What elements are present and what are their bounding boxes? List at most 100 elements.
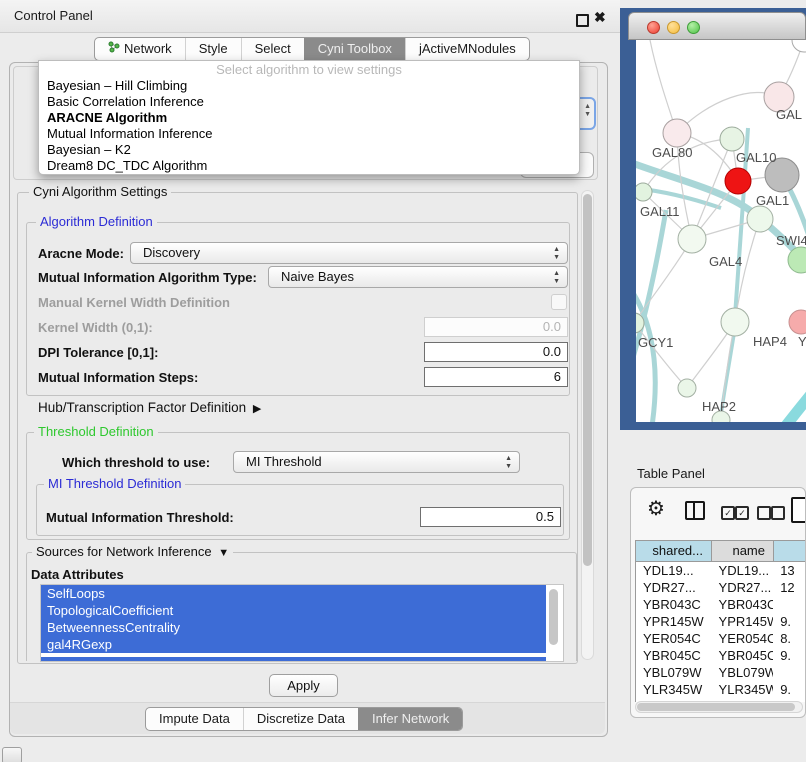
- node-gal1[interactable]: [747, 206, 773, 232]
- table-cell: YPR145W: [712, 613, 774, 630]
- stepper-arrows-icon: ▲▼: [553, 246, 560, 262]
- node-y[interactable]: [789, 310, 806, 334]
- tab-cyni-toolbox[interactable]: Cyni Toolbox: [304, 38, 405, 60]
- algorithm-option-basic-correlation-inference[interactable]: Basic Correlation Inference: [39, 94, 579, 110]
- column-header-partial[interactable]: [773, 541, 806, 562]
- node-label-hap2: HAP2: [702, 399, 736, 414]
- unchecked-checkbox-icon[interactable]: [757, 506, 771, 520]
- tab-jactivemnodules[interactable]: jActiveMNodules: [405, 38, 529, 60]
- table-row[interactable]: YPR145WYPR145W9.: [636, 613, 806, 630]
- tab-impute-data[interactable]: Impute Data: [146, 708, 243, 730]
- algorithm-option-bayesian-hill-climbing[interactable]: Bayesian – Hill Climbing: [39, 78, 579, 94]
- settings-scrollbar-thumb[interactable]: [583, 194, 592, 566]
- tab-style[interactable]: Style: [185, 38, 241, 60]
- algorithm-option-aracne-algorithm[interactable]: ARACNE Algorithm: [39, 110, 579, 126]
- data-attribute-betweennesscentrality[interactable]: BetweennessCentrality: [41, 619, 546, 636]
- data-attributes-list: SelfLoopsTopologicalCoefficientBetweenne…: [40, 584, 564, 662]
- table-row[interactable]: YDR27...YDR27...12: [636, 579, 806, 596]
- algorithm-option-mutual-information-inference[interactable]: Mutual Information Inference: [39, 126, 579, 142]
- unchecked-checkbox-icon[interactable]: [771, 506, 785, 520]
- table-cell: YDR27...: [712, 579, 774, 596]
- attributes-scrollbar-thumb[interactable]: [549, 589, 558, 645]
- zoom-traffic-light-icon[interactable]: [687, 21, 700, 34]
- node-hap2[interactable]: [678, 379, 696, 397]
- node-gal4[interactable]: [678, 225, 706, 253]
- minimize-traffic-light-icon[interactable]: [667, 21, 680, 34]
- mi-threshold-label: Mutual Information Threshold:: [46, 510, 234, 525]
- table-hscrollbar-thumb[interactable]: [637, 703, 795, 711]
- network-canvas[interactable]: GALGAL80GAL10GAL1SWI4GAL11GAL4GCY1HAP4YH…: [636, 40, 806, 422]
- mi-threshold-group-title: MI Threshold Definition: [44, 477, 185, 491]
- mi-algorithm-type-label: Mutual Information Algorithm Type:: [38, 270, 257, 285]
- algorithm-option-dream8-dc-tdc-algorithm[interactable]: Dream8 DC_TDC Algorithm: [39, 158, 579, 174]
- table-row[interactable]: YBL079WYBL079W: [636, 664, 806, 681]
- mi-steps-field[interactable]: 6: [424, 367, 568, 387]
- table-horizontal-scrollbar[interactable]: [635, 701, 803, 713]
- data-attribute-topologicalcoefficient[interactable]: TopologicalCoefficient: [41, 602, 546, 619]
- which-threshold-select[interactable]: MI Threshold ▲▼: [233, 451, 520, 473]
- threshold-definition-title: Threshold Definition: [34, 425, 158, 439]
- sources-group-header[interactable]: Sources for Network Inference ▼: [32, 545, 233, 560]
- dpi-tolerance-field[interactable]: 0.0: [424, 342, 568, 362]
- apply-button[interactable]: Apply: [269, 674, 338, 697]
- network-edge[interactable]: [778, 378, 806, 422]
- table-row[interactable]: YDL19...YDL19...13: [636, 562, 806, 579]
- table-cell: YDR27...: [636, 579, 712, 596]
- data-attribute-gal4rgexp[interactable]: gal4RGexp: [41, 636, 546, 653]
- tab-network[interactable]: Network: [95, 38, 185, 60]
- hub-definition-toggle[interactable]: Hub/Transcription Factor Definition ▶: [38, 400, 261, 415]
- mi-steps-label: Mutual Information Steps:: [38, 370, 198, 385]
- node-label-gal11: GAL11: [640, 204, 680, 219]
- checked-checkbox-icon[interactable]: ✓: [721, 506, 735, 520]
- checked-checkbox-icon[interactable]: ✓: [735, 506, 749, 520]
- close-traffic-light-icon[interactable]: [647, 21, 660, 34]
- algorithm-option-bayesian-k2[interactable]: Bayesian – K2: [39, 142, 579, 158]
- float-window-icon[interactable]: [576, 14, 589, 27]
- table-cell: YDL19...: [712, 562, 774, 579]
- network-window-titlebar[interactable]: [628, 12, 806, 40]
- network-canvas-svg: GALGAL80GAL10GAL1SWI4GAL11GAL4GCY1HAP4YH…: [636, 40, 806, 422]
- close-panel-icon[interactable]: ✖: [594, 9, 606, 26]
- columns-icon[interactable]: [685, 501, 705, 520]
- settings-scrollbar[interactable]: [581, 190, 594, 660]
- table-cell: YPR145W: [636, 613, 712, 630]
- chevron-right-icon: ▶: [250, 403, 262, 415]
- stepper-arrows-icon: ▲▼: [553, 270, 560, 286]
- network-edge[interactable]: [636, 323, 687, 388]
- mi-threshold-field[interactable]: 0.5: [420, 507, 561, 527]
- node-label-gal4: GAL4: [709, 254, 742, 269]
- table-cell: YBL079W: [636, 664, 712, 681]
- table-cell: YBR043C: [636, 596, 712, 613]
- stepper-arrows-icon: ▲▼: [505, 455, 512, 471]
- tab-discretize-data[interactable]: Discretize Data: [243, 708, 358, 730]
- sources-group-title: Sources for Network Inference: [36, 544, 212, 559]
- mi-algorithm-type-select[interactable]: Naive Bayes ▲▼: [268, 266, 568, 288]
- table-row[interactable]: YBR043CYBR043C: [636, 596, 806, 613]
- node-unlabeled[interactable]: [725, 168, 751, 194]
- chevron-down-icon: ▼: [215, 547, 229, 559]
- table-row[interactable]: YBR045CYBR045C9.: [636, 647, 806, 664]
- network-edge[interactable]: [636, 278, 655, 422]
- table-row[interactable]: YER054CYER054C8.: [636, 630, 806, 647]
- document-icon[interactable]: [791, 497, 806, 523]
- node-gal11[interactable]: [636, 183, 652, 201]
- column-header-shared[interactable]: shared...: [635, 541, 711, 562]
- aracne-mode-select[interactable]: Discovery ▲▼: [130, 242, 568, 264]
- tab-select[interactable]: Select: [241, 38, 304, 60]
- data-attribute-partial-row[interactable]: [41, 655, 546, 662]
- mini-corner-button[interactable]: [2, 747, 22, 762]
- manual-kernel-width-checkbox[interactable]: [551, 294, 567, 310]
- table-row[interactable]: YLR345WYLR345W9.: [636, 681, 806, 698]
- node-hap4[interactable]: [721, 308, 749, 336]
- table-cell: YER054C: [636, 630, 712, 647]
- tab-infer-network[interactable]: Infer Network: [358, 708, 462, 730]
- gear-icon[interactable]: ⚙: [647, 496, 665, 521]
- kernel-width-field[interactable]: 0.0: [424, 317, 568, 337]
- node-gal80[interactable]: [663, 119, 691, 147]
- column-header-name[interactable]: name: [711, 541, 773, 562]
- network-edge[interactable]: [650, 40, 677, 133]
- data-attribute-selfloops[interactable]: SelfLoops: [41, 585, 546, 602]
- algorithm-dropdown-items: Bayesian – Hill ClimbingBasic Correlatio…: [39, 78, 579, 174]
- node-unlabeled[interactable]: [792, 40, 806, 52]
- node-gal10[interactable]: [720, 127, 744, 151]
